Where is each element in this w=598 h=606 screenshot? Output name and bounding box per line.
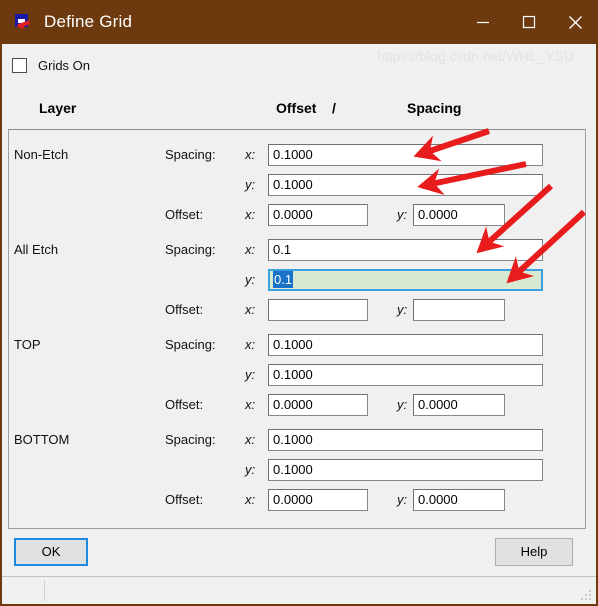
close-icon xyxy=(568,15,582,29)
offset-label: Offset: xyxy=(165,397,204,412)
spacing-y-input[interactable]: 0.1000 xyxy=(268,459,543,481)
axis-y-label: y: xyxy=(245,177,256,192)
spacing-label: Spacing: xyxy=(165,242,216,257)
dialog-client-area: Grids On Layer Offset / Spacing Non-Etch… xyxy=(2,44,596,604)
axis-y-label: y: xyxy=(397,492,408,507)
axis-y-label: y: xyxy=(245,272,256,287)
axis-x-label: x: xyxy=(245,302,256,317)
close-button[interactable] xyxy=(552,0,596,44)
layer-row-top: TOP Spacing: x: y: Offset: x: y: 0.1000 … xyxy=(9,320,585,416)
offset-x-input[interactable]: 0.0000 xyxy=(268,394,368,416)
header-layer: Layer xyxy=(39,100,77,116)
spacing-x-input[interactable]: 0.1000 xyxy=(268,429,543,451)
layer-name: BOTTOM xyxy=(14,432,70,447)
spacing-label: Spacing: xyxy=(165,432,216,447)
resize-grip[interactable] xyxy=(580,589,591,600)
spacing-x-input[interactable]: 0.1 xyxy=(268,239,543,261)
axis-x-label: x: xyxy=(245,207,256,222)
offset-x-input[interactable] xyxy=(268,299,368,321)
spacing-y-input[interactable]: 0.1000 xyxy=(268,174,543,196)
minimize-icon xyxy=(477,21,489,24)
spacing-y-input-focused[interactable]: 0.1 xyxy=(268,269,543,291)
offset-label: Offset: xyxy=(165,492,204,507)
header-offset: Offset xyxy=(276,100,317,116)
layer-name: TOP xyxy=(14,337,41,352)
offset-x-input[interactable]: 0.0000 xyxy=(268,204,368,226)
offset-label: Offset: xyxy=(165,207,204,222)
offset-y-input[interactable]: 0.0000 xyxy=(413,394,505,416)
axis-x-label: x: xyxy=(245,337,256,352)
layer-row-all-etch: All Etch Spacing: x: y: Offset: x: y: 0.… xyxy=(9,225,585,321)
header-spacing: Spacing xyxy=(407,100,462,116)
maximize-button[interactable] xyxy=(506,0,552,44)
layers-panel: Non-Etch Spacing: x: y: Offset: x: y: 0.… xyxy=(8,129,586,529)
axis-y-label: y: xyxy=(397,302,408,317)
grids-on-row[interactable]: Grids On xyxy=(12,58,90,73)
axis-x-label: x: xyxy=(245,432,256,447)
offset-y-input[interactable]: 0.0000 xyxy=(413,489,505,511)
spacing-x-input[interactable]: 0.1000 xyxy=(268,144,543,166)
layer-name: All Etch xyxy=(14,242,59,257)
title-bar: Define Grid xyxy=(2,0,596,44)
selected-text: 0.1 xyxy=(273,271,294,288)
axis-y-label: y: xyxy=(245,462,256,477)
column-headers: Layer Offset / Spacing xyxy=(2,100,596,126)
axis-x-label: x: xyxy=(245,147,256,162)
axis-x-label: x: xyxy=(245,397,256,412)
layer-row-bottom: BOTTOM Spacing: x: y: Offset: x: y: 0.10… xyxy=(9,415,585,511)
minimize-button[interactable] xyxy=(460,0,506,44)
spacing-x-input[interactable]: 0.1000 xyxy=(268,334,543,356)
offset-label: Offset: xyxy=(165,302,204,317)
status-divider xyxy=(44,580,45,601)
offset-x-input[interactable]: 0.0000 xyxy=(268,489,368,511)
window-title: Define Grid xyxy=(44,12,133,31)
axis-y-label: y: xyxy=(245,367,256,382)
maximize-icon xyxy=(522,15,536,29)
axis-x-label: x: xyxy=(245,242,256,257)
app-icon xyxy=(15,13,32,31)
axis-y-label: y: xyxy=(397,207,408,222)
define-grid-dialog: Define Grid Grids On Layer Offset / Spac… xyxy=(0,0,598,606)
grids-on-checkbox[interactable] xyxy=(12,58,27,73)
layer-row-non-etch: Non-Etch Spacing: x: y: Offset: x: y: 0.… xyxy=(9,130,585,226)
caption-buttons xyxy=(460,0,596,44)
help-button[interactable]: Help xyxy=(495,538,573,566)
grids-on-label: Grids On xyxy=(38,58,91,73)
ok-button[interactable]: OK xyxy=(14,538,88,566)
offset-y-input[interactable] xyxy=(413,299,505,321)
spacing-label: Spacing: xyxy=(165,147,216,162)
dialog-button-bar: OK Help xyxy=(2,538,596,578)
spacing-label: Spacing: xyxy=(165,337,216,352)
spacing-y-input[interactable]: 0.1000 xyxy=(268,364,543,386)
header-slash: / xyxy=(332,100,336,116)
offset-y-input[interactable]: 0.0000 xyxy=(413,204,505,226)
axis-y-label: y: xyxy=(397,397,408,412)
status-bar xyxy=(2,577,596,604)
layer-name: Non-Etch xyxy=(14,147,69,162)
axis-x-label: x: xyxy=(245,492,256,507)
